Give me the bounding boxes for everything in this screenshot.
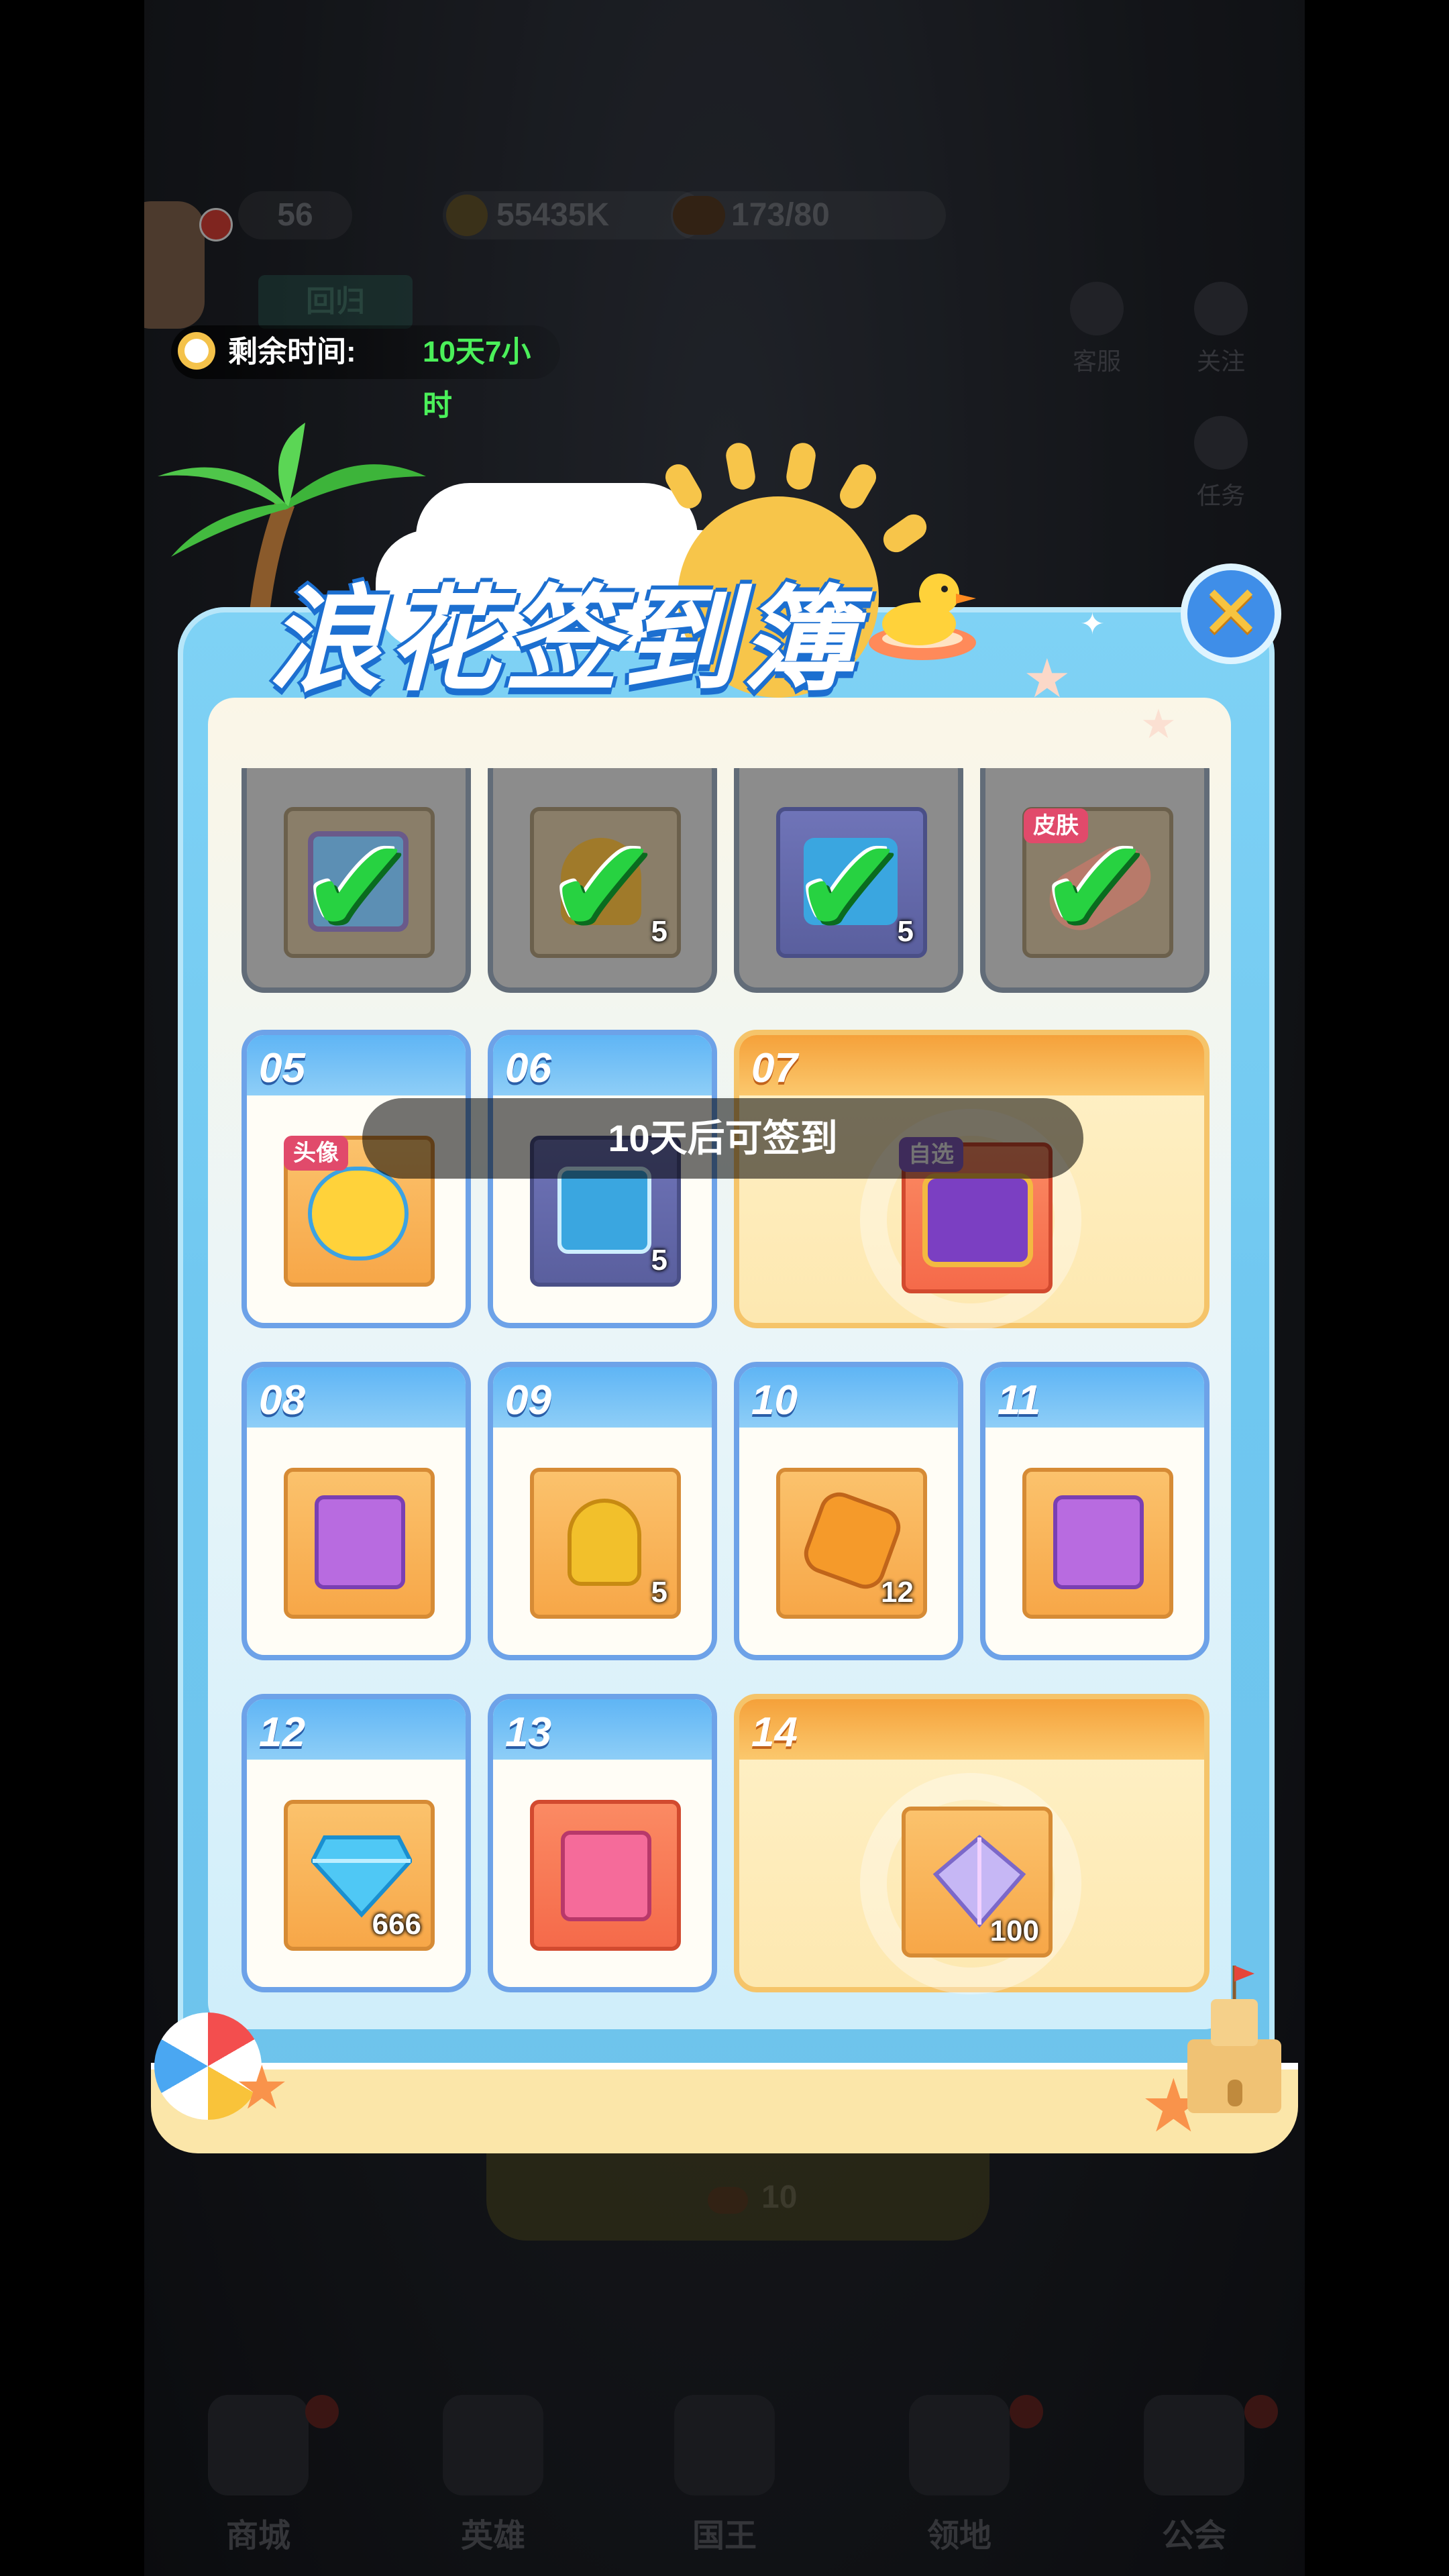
reward-card-claimed[interactable]: 5 ✔ (488, 768, 717, 993)
reward-quantity: 5 (651, 1576, 667, 1609)
reward-quantity: 100 (989, 1915, 1039, 1947)
day-number: 13 (505, 1709, 551, 1756)
reward-slot: 12 (776, 1468, 927, 1619)
timer-value: 10天7小时 (423, 335, 531, 422)
day-number: 10 (751, 1377, 798, 1424)
gold-shovel-icon (568, 1499, 641, 1586)
checkmark-icon: ✔ (547, 812, 659, 962)
sign-in-toast: 10天后可签到 (362, 1098, 1083, 1179)
day-number: 07 (751, 1045, 798, 1091)
reward-slot (1022, 1468, 1173, 1619)
pink-gift-box-icon (561, 1831, 651, 1921)
reward-card-day-10[interactable]: 10 12 (734, 1362, 963, 1660)
reward-card-day-05[interactable]: 05 头像 (241, 1030, 471, 1328)
reward-card-day-11[interactable]: 11 (980, 1362, 1210, 1660)
starfish-icon: ★ (1023, 649, 1071, 708)
close-button[interactable]: ✕ (1181, 564, 1281, 664)
reward-card-day-14[interactable]: 14 100 (734, 1694, 1210, 1994)
day-number: 11 (998, 1377, 1041, 1424)
purple-treasure-chest-icon (922, 1173, 1033, 1267)
sparkle-icon: ✦ (1080, 608, 1105, 641)
duck-avatar-icon (308, 1167, 409, 1260)
reward-slot (530, 1800, 681, 1951)
blue-chest-icon (557, 1167, 651, 1254)
timer-label: 剩余时间: (228, 335, 356, 368)
reward-card-day-09[interactable]: 09 5 (488, 1362, 717, 1660)
reward-card-day-07[interactable]: 07 自选 (734, 1030, 1210, 1330)
reward-card-claimed[interactable]: 5 ✔ (734, 768, 963, 993)
day-number: 14 (751, 1709, 798, 1756)
day-number: 06 (505, 1045, 551, 1091)
reward-card-day-06[interactable]: 06 5 (488, 1030, 717, 1328)
avatar-tag: 头像 (284, 1136, 348, 1171)
day-number: 05 (259, 1045, 305, 1091)
reward-quantity: 12 (881, 1576, 914, 1609)
beach-sand (151, 2063, 1298, 2153)
card-header (739, 1699, 1204, 1760)
reward-quantity: 5 (651, 1244, 667, 1277)
checkmark-icon: ✔ (301, 812, 413, 962)
diamond-icon (311, 1835, 412, 1918)
claimed-row: ✔ 5 ✔ 5 ✔ 皮肤 ✔ (241, 768, 1211, 1000)
reward-quantity: 666 (372, 1908, 421, 1941)
starfish-icon: ★ (1140, 702, 1177, 747)
sandcastle-icon (1187, 1966, 1281, 2113)
checkmark-icon: ✔ (1039, 812, 1152, 962)
close-icon: ✕ (1199, 572, 1263, 654)
day-number: 12 (259, 1709, 305, 1756)
checkmark-icon: ✔ (793, 812, 906, 962)
day-number: 09 (505, 1377, 551, 1424)
reward-card-claimed[interactable]: 皮肤 ✔ (980, 768, 1210, 993)
card-header (739, 1035, 1204, 1095)
purple-gift-box-icon (1053, 1495, 1144, 1589)
rainbow-crystal-icon (932, 1835, 1026, 1928)
reward-card-day-13[interactable]: 13 (488, 1694, 717, 1992)
purple-gift-box-icon (315, 1495, 405, 1589)
reward-card-claimed[interactable]: ✔ (241, 768, 471, 993)
reward-card-day-12[interactable]: 12 666 (241, 1694, 471, 1992)
reward-slot: 5 (530, 1468, 681, 1619)
reward-slot: 666 (284, 1800, 435, 1951)
reward-slot: 100 (902, 1807, 1053, 1957)
reward-card-day-08[interactable]: 08 (241, 1362, 471, 1660)
modal-title: 浪花签到簿 (268, 577, 859, 704)
starfish-icon: ★ (235, 2055, 289, 2122)
day-number: 08 (259, 1377, 305, 1424)
event-timer: 剩余时间: 10天7小时 (171, 325, 560, 422)
reward-slot (284, 1468, 435, 1619)
clock-icon (178, 332, 215, 370)
